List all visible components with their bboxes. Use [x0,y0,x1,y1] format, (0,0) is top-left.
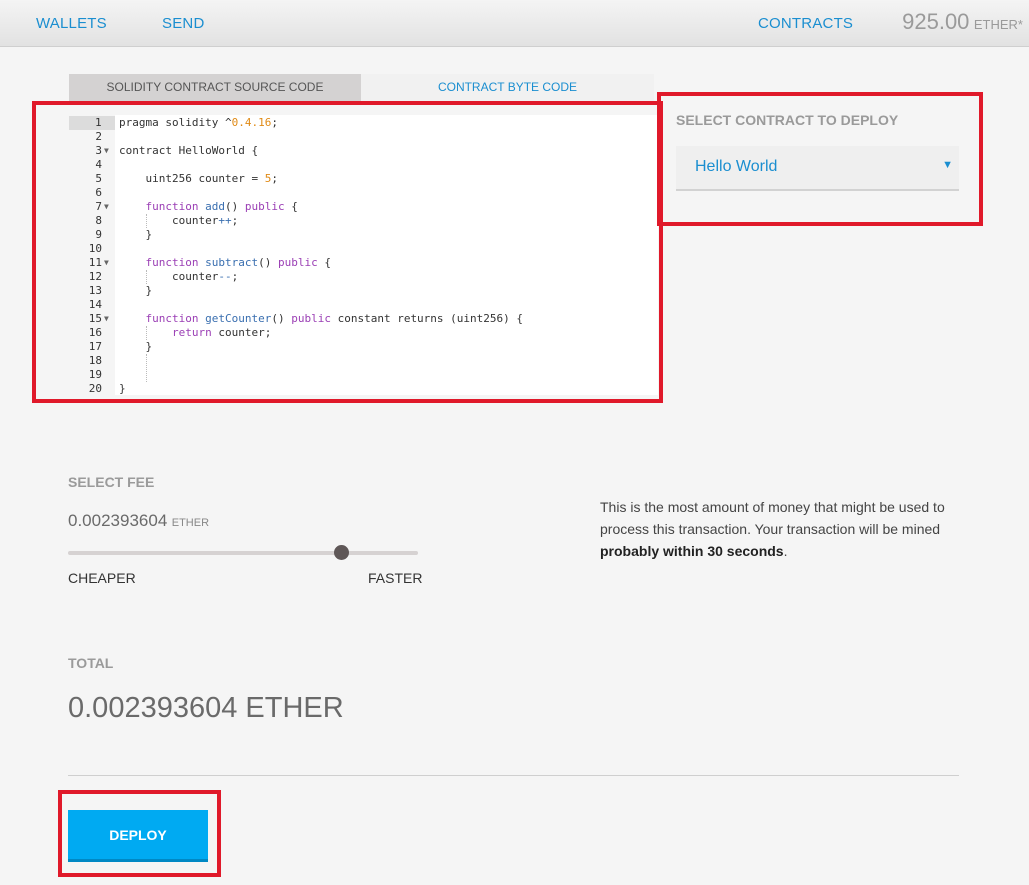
fee-description-bold: probably within 30 seconds [600,543,784,559]
line-number: 11 [88,256,102,269]
code-text: function getCounter() public constant re… [145,312,524,325]
code-line[interactable]: 3 ▼ contract HelloWorld { [69,144,658,158]
line-number: 12 [88,270,102,283]
code-text: } [119,284,153,297]
line-number: 4 [95,158,102,171]
code-text: counter--; [119,270,239,283]
line-number: 16 [88,326,102,339]
code-line[interactable]: 8 counter++; [69,214,658,228]
line-number: 7 [95,200,102,213]
line-number: 15 [88,312,102,325]
contract-select-dropdown[interactable]: Hello World ▼ [676,146,959,191]
code-line[interactable]: 2 [69,130,658,144]
code-text: uint256 counter = 5; [119,172,278,185]
code-line[interactable]: 12 counter--; [69,270,658,284]
code-text: function subtract() public { [145,256,331,269]
divider [68,775,959,776]
fee-description: This is the most amount of money that mi… [600,496,960,562]
indent-guide [146,354,147,382]
code-line[interactable]: 1 pragma solidity ^0.4.16; [69,116,658,130]
fold-arrow-icon[interactable]: ▼ [104,200,109,214]
code-line[interactable]: 17 } [69,340,658,354]
code-text: function add() public { [145,200,298,213]
code-line[interactable]: 14 [69,298,658,312]
selected-contract-value: Hello World [695,158,778,175]
code-line[interactable]: 15 ▼ function getCounter() public constan… [69,312,658,326]
code-text: } [119,340,153,353]
indent-guide [146,270,147,284]
balance-amount: 925.00 [902,9,970,34]
line-number: 3 [95,144,102,157]
code-line[interactable]: 11 ▼ function subtract() public { [69,256,658,270]
fee-slider-track[interactable] [68,551,418,555]
code-text: } [119,228,153,241]
code-line[interactable]: 16 return counter; [69,326,658,340]
fee-unit: ETHER [171,517,210,529]
tab-solidity-source[interactable]: SOLIDITY CONTRACT SOURCE CODE [69,74,361,101]
account-balance: 925.00 ETHER* [902,9,1023,35]
code-line[interactable]: 13 } [69,284,658,298]
indent-guide [146,326,147,340]
code-line[interactable]: 18 [69,354,658,368]
line-number: 2 [95,130,102,143]
indent-guide [146,214,147,228]
code-line[interactable]: 6 [69,186,658,200]
fee-amount: 0.002393604 [68,511,168,530]
code-text: counter++; [119,214,239,227]
nav-wallets-link[interactable]: WALLETS [36,15,107,32]
line-number: 6 [95,186,102,199]
line-number: 8 [95,214,102,227]
tab-contract-bytecode[interactable]: CONTRACT BYTE CODE [361,74,654,101]
line-number: 18 [88,354,102,367]
fold-arrow-icon[interactable]: ▼ [104,256,109,270]
total-value: 0.002393604 ETHER [68,692,344,724]
line-number: 1 [69,116,115,130]
code-line[interactable]: 7 ▼ function add() public { [69,200,658,214]
code-editor[interactable]: 1 pragma solidity ^0.4.16; 2 3 ▼ contract Hel… [69,115,658,395]
dropdown-arrow-icon: ▼ [942,159,953,171]
fee-description-text: This is the most amount of money that mi… [600,499,945,537]
line-number: 9 [95,228,102,241]
fee-value: 0.002393604 ETHER [68,511,209,531]
code-line[interactable]: 20} [69,382,658,395]
code-line[interactable]: 10 [69,242,658,256]
line-number: 20 [88,382,102,395]
fee-description-suffix: . [783,543,788,559]
code-text: pragma solidity ^0.4.16; [119,116,278,129]
line-number: 19 [88,368,102,381]
fee-slider-handle[interactable] [334,545,349,560]
balance-unit: ETHER* [973,17,1023,32]
line-number: 14 [88,298,102,311]
line-number: 17 [88,340,102,353]
select-fee-label: SELECT FEE [68,474,155,490]
fee-cheaper-label: CHEAPER [68,570,136,586]
fold-arrow-icon[interactable]: ▼ [104,312,109,326]
total-label: TOTAL [68,655,114,671]
code-line[interactable]: 4 [69,158,658,172]
code-text: } [119,382,126,395]
line-number: 5 [95,172,102,185]
top-nav-bar: WALLETS SEND CONTRACTS 925.00 ETHER* [0,0,1029,47]
select-contract-label: SELECT CONTRACT TO DEPLOY [676,112,899,128]
code-text: contract HelloWorld { [119,144,259,157]
deploy-button[interactable]: DEPLOY [68,810,208,862]
nav-send-link[interactable]: SEND [162,15,204,32]
line-number: 10 [88,242,102,255]
code-text: return counter; [171,326,272,339]
code-line[interactable]: 9 } [69,228,658,242]
code-line[interactable]: 19 [69,368,658,382]
fold-arrow-icon[interactable]: ▼ [104,144,109,158]
fee-faster-label: FASTER [368,570,423,586]
line-number: 13 [88,284,102,297]
code-line[interactable]: 5 uint256 counter = 5; [69,172,658,186]
nav-contracts-link[interactable]: CONTRACTS [758,15,853,32]
